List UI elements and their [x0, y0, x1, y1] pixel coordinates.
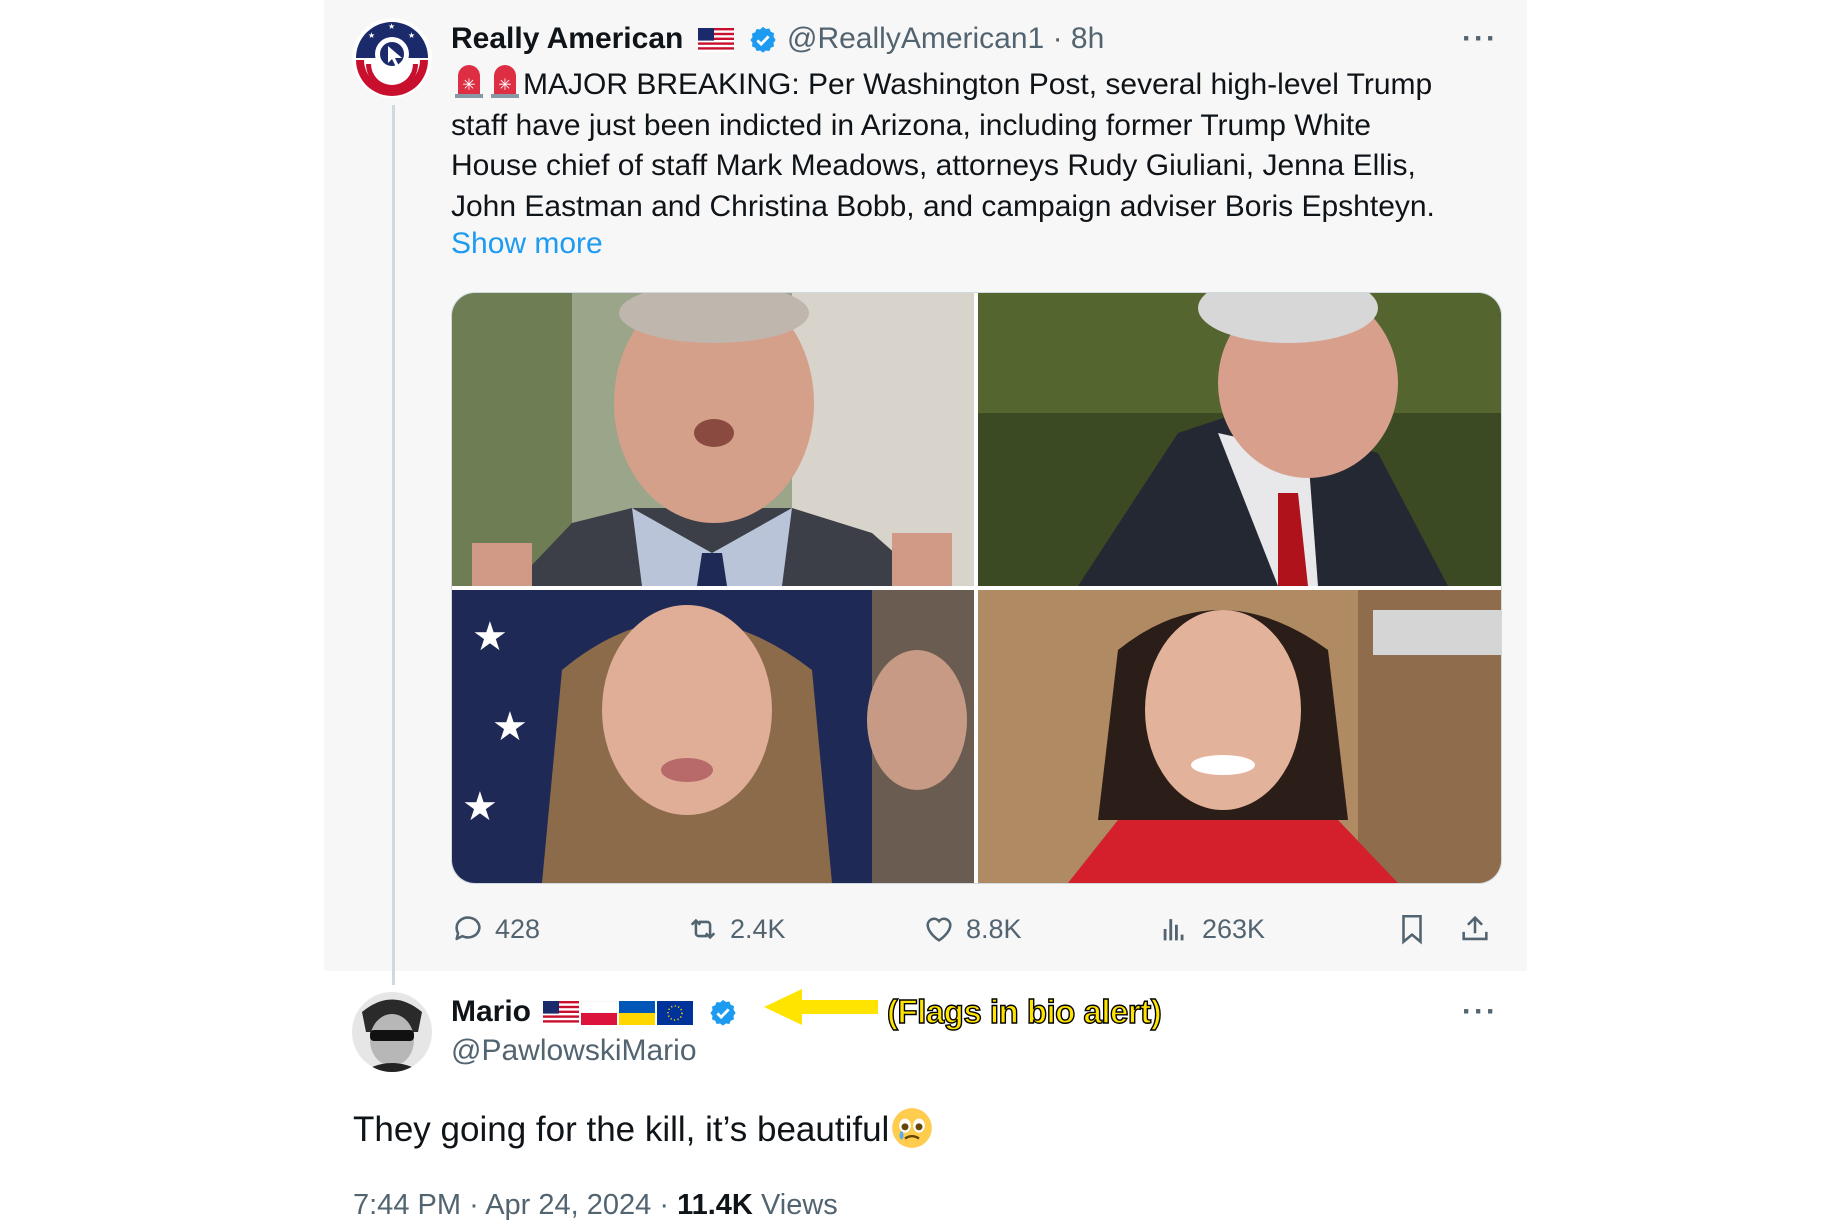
flags-annotation: (Flags in bio alert)	[886, 992, 1162, 1030]
reply-count: 428	[495, 913, 541, 944]
photo-giuliani[interactable]	[452, 293, 974, 586]
more-options-button[interactable]: ···	[1462, 22, 1498, 56]
views-action[interactable]: 263K	[1158, 908, 1265, 950]
author-name[interactable]: Really American	[451, 22, 778, 56]
reply-meta: 7:44 PM · Apr 24, 2024 · 11.4K Views	[353, 1189, 838, 1221]
reply-views-label: Views	[760, 1189, 838, 1221]
siren-emoji-icon: ✳	[455, 65, 483, 98]
reply-icon	[455, 916, 481, 941]
verified-badge-icon[interactable]	[708, 998, 738, 1028]
really-american-avatar[interactable]: ★ ★ ★	[352, 18, 432, 98]
teary-face-emoji-icon	[892, 1108, 933, 1148]
svg-text:✳: ✳	[498, 77, 511, 94]
views-icon	[1163, 919, 1184, 941]
author-handle[interactable]: @ReallyAmerican1 · 8h	[787, 22, 1104, 56]
photo-meadows[interactable]	[978, 293, 1501, 586]
mario-avatar[interactable]	[352, 992, 432, 1072]
svg-text:★: ★	[388, 22, 395, 31]
thread-connector-line	[392, 105, 395, 985]
repost-count: 2.4K	[730, 913, 786, 944]
reply-text: They going for the kill, it’s beautiful	[353, 1107, 933, 1150]
verified-badge-icon[interactable]	[748, 25, 778, 55]
svg-text:★: ★	[408, 31, 415, 40]
repost-icon	[690, 918, 716, 940]
bookmark-icon	[1402, 914, 1422, 945]
svg-text:★: ★	[472, 615, 508, 659]
bookmark-action[interactable]	[1395, 908, 1429, 950]
like-action[interactable]: 8.8K	[922, 908, 1022, 950]
reply-date[interactable]: Apr 24, 2024	[485, 1189, 651, 1221]
reply-views-count: 11.4K	[677, 1189, 753, 1221]
reply-author-handle[interactable]: @PawlowskiMario	[451, 1034, 697, 1068]
us-flag-icon	[543, 1001, 580, 1026]
views-count: 263K	[1202, 913, 1266, 944]
reply-more-options-button[interactable]: ···	[1462, 995, 1498, 1029]
siren-emoji-icon: ✳	[491, 65, 519, 98]
arrow-icon	[764, 989, 878, 1025]
poland-flag-icon	[581, 1001, 618, 1026]
photo-bobb[interactable]	[978, 590, 1501, 883]
like-icon	[926, 917, 952, 942]
repost-action[interactable]: 2.4K	[686, 908, 786, 950]
share-icon	[1462, 915, 1488, 941]
tweet-timestamp[interactable]: 8h	[1071, 22, 1104, 55]
svg-text:✳: ✳	[462, 77, 475, 94]
tweet-text: ✳ ✳ MAJOR BREAKING: Per Washington Post,…	[451, 64, 1491, 227]
photo-ellis[interactable]: ★ ★ ★	[452, 590, 974, 883]
show-more-link[interactable]: Show more	[451, 227, 603, 261]
svg-text:★: ★	[492, 705, 528, 749]
share-action[interactable]	[1458, 908, 1492, 950]
eu-flag-icon	[657, 1001, 694, 1026]
like-count: 8.8K	[966, 913, 1022, 944]
reply-time[interactable]: 7:44 PM	[353, 1189, 461, 1221]
svg-text:★: ★	[368, 31, 375, 40]
reply-action[interactable]: 428	[451, 908, 540, 950]
reply-author-name[interactable]: Mario	[451, 995, 738, 1029]
media-grid: ★ ★ ★	[451, 292, 1502, 884]
ukraine-flag-icon	[619, 1001, 656, 1026]
us-flag-icon	[697, 28, 734, 53]
svg-text:★: ★	[462, 785, 498, 829]
